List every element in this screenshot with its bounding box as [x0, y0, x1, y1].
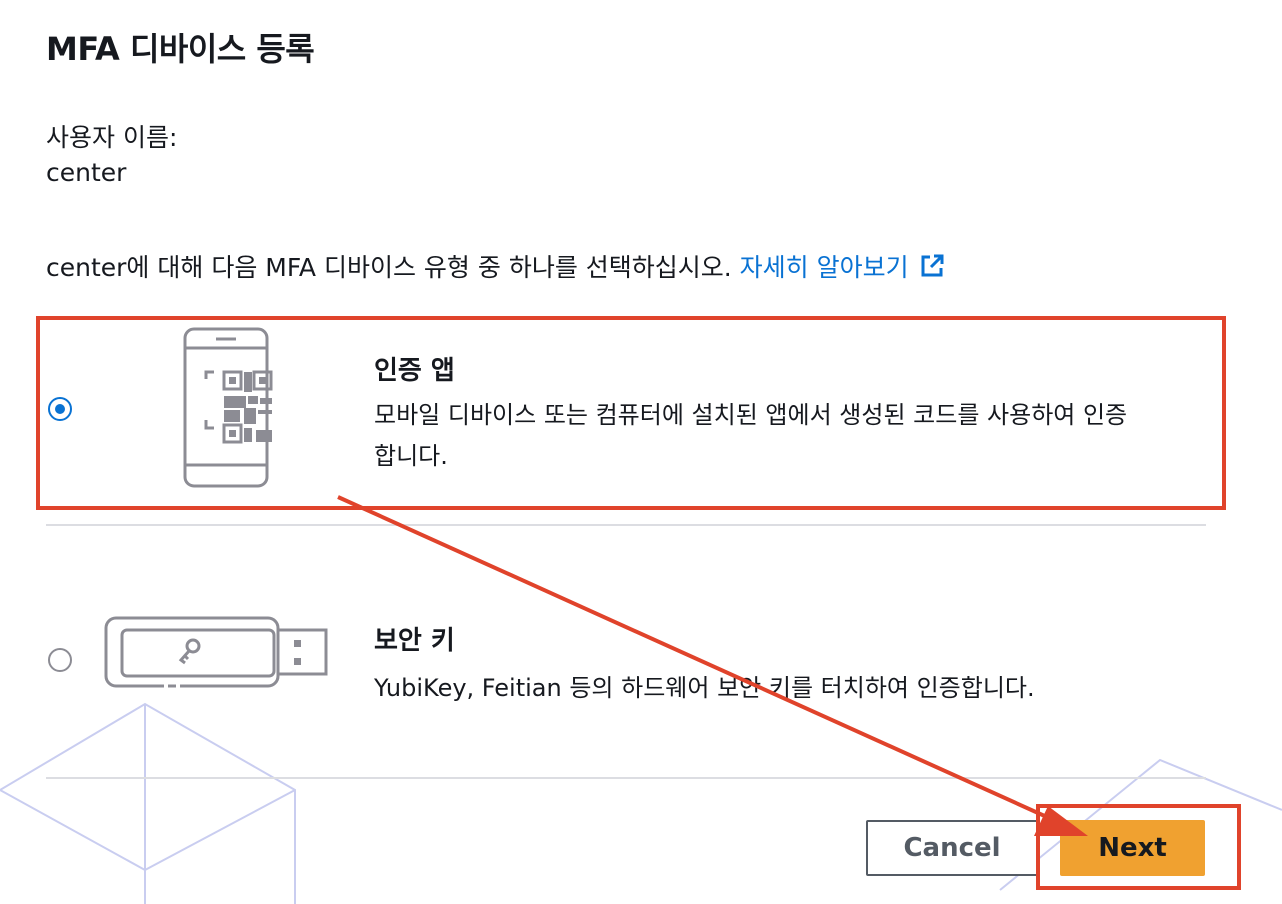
option-authenticator-app-description: 모바일 디바이스 또는 컴퓨터에 설치된 앱에서 생성된 코드를 사용하여 인증…	[374, 395, 1127, 477]
usb-security-key-icon	[104, 616, 328, 688]
option-authenticator-app-title: 인증 앱	[374, 356, 455, 386]
next-button[interactable]: Next	[1060, 820, 1205, 876]
radio-authenticator-app[interactable]	[48, 397, 72, 421]
option-divider	[46, 777, 1206, 779]
option-authenticator-app[interactable]: 인증 앱 모바일 디바이스 또는 컴퓨터에 설치된 앱에서 생성된 코드를 사용…	[46, 320, 1206, 525]
option-authenticator-app-description-line: 합니다.	[374, 442, 448, 470]
option-security-key-title: 보안 키	[374, 626, 455, 656]
option-security-key-description: YubiKey, Feitian 등의 하드웨어 보안 키를 터치하여 인증합니…	[374, 674, 1035, 702]
external-link-icon	[921, 254, 944, 277]
phone-qr-icon	[183, 327, 273, 488]
learn-more-link[interactable]: 자세히 알아보기	[740, 253, 945, 282]
page-title: MFA 디바이스 등록	[46, 30, 315, 68]
learn-more-label: 자세히 알아보기	[739, 253, 909, 282]
instruction: center에 대해 다음 MFA 디바이스 유형 중 하나를 선택하십시오. …	[46, 248, 945, 284]
radio-security-key[interactable]	[48, 648, 72, 672]
option-authenticator-app-description-line: 모바일 디바이스 또는 컴퓨터에 설치된 앱에서 생성된 코드를 사용하여 인증	[374, 401, 1128, 429]
username-label: 사용자 이름:	[46, 123, 178, 152]
option-security-key[interactable]: 보안 키 YubiKey, Feitian 등의 하드웨어 보안 키를 터치하여…	[46, 578, 1206, 778]
cancel-button[interactable]: Cancel	[866, 820, 1038, 876]
option-divider	[46, 524, 1206, 526]
username-value: center	[46, 158, 127, 187]
instruction-text: center에 대해 다음 MFA 디바이스 유형 중 하나를 선택하십시오.	[46, 253, 732, 282]
